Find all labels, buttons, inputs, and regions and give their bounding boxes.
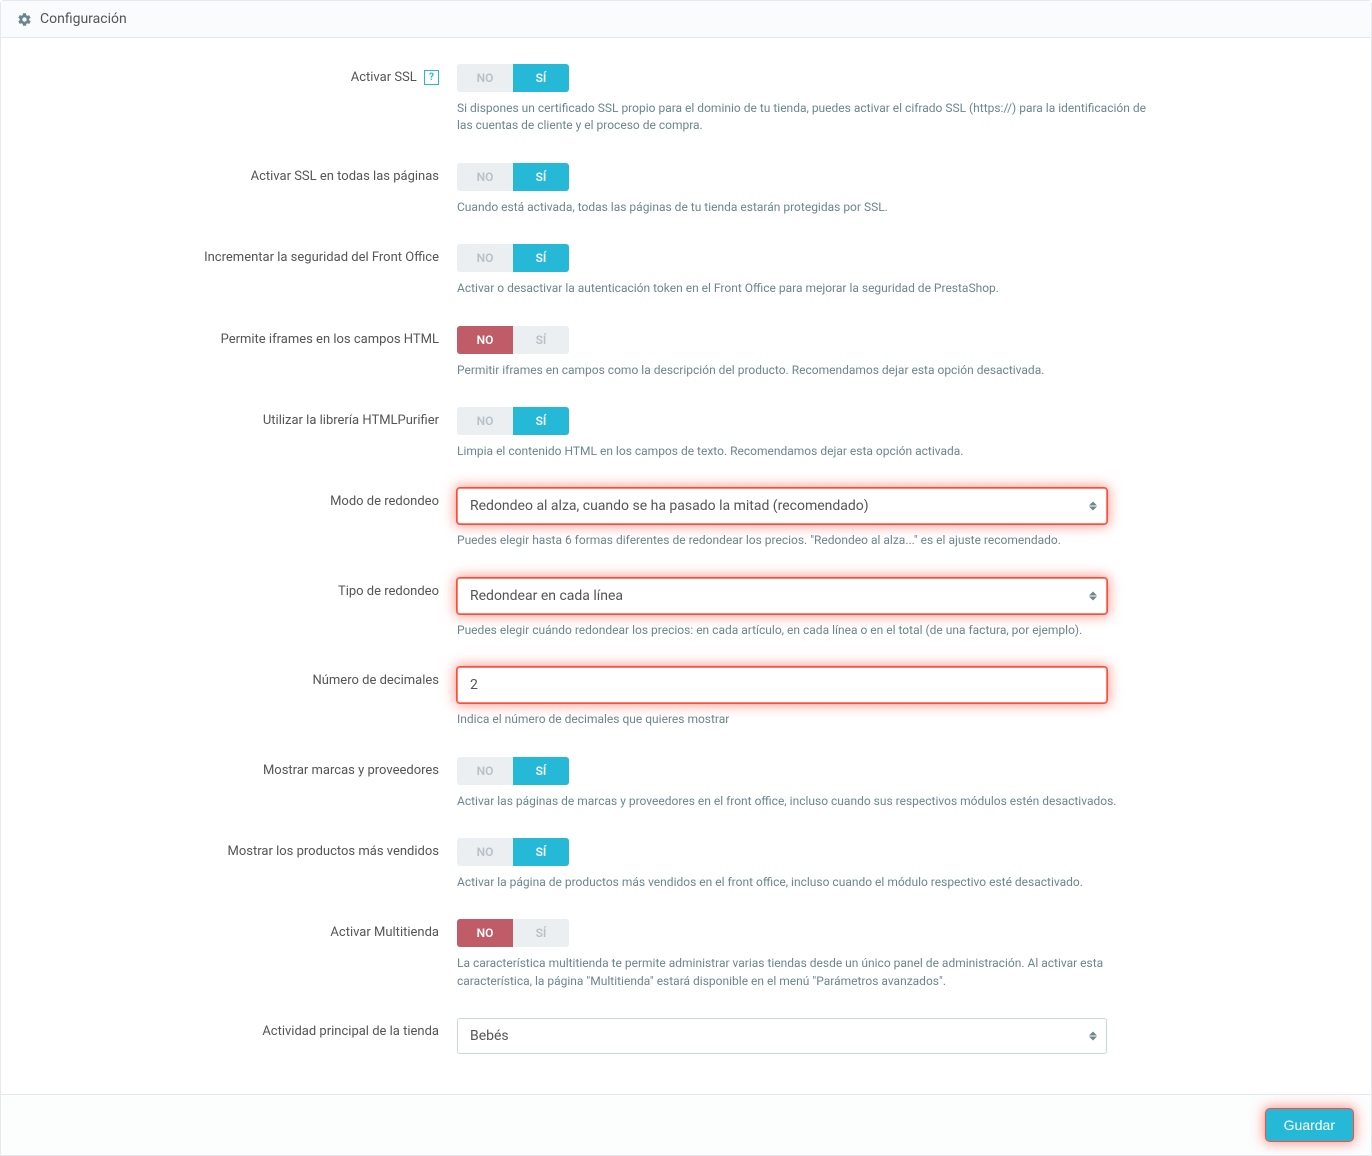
round-type-help: Puedes elegir cuándo redondear los preci… [457,622,1157,639]
toggle-no[interactable]: NO [457,757,513,785]
fo-security-help: Activar o desactivar la autenticación to… [457,280,1157,297]
gear-icon [17,12,32,27]
toggle-yes[interactable]: SÍ [513,163,569,191]
activity-select[interactable]: Bebés [457,1018,1107,1054]
decimals-help: Indica el número de decimales que quiere… [457,711,1157,728]
toggle-no[interactable]: NO [457,326,513,354]
toggle-no[interactable]: NO [457,407,513,435]
toggle-yes[interactable]: SÍ [513,244,569,272]
brands-help: Activar las páginas de marcas y proveedo… [457,793,1157,810]
decimals-label: Número de decimales [71,667,457,728]
ssl-all-help: Cuando está activada, todas las páginas … [457,199,1157,216]
round-mode-help: Puedes elegir hasta 6 formas diferentes … [457,532,1157,549]
help-icon[interactable]: ? [424,70,439,85]
ssl-all-toggle[interactable]: NO SÍ [457,163,569,191]
toggle-no[interactable]: NO [457,64,513,92]
panel-footer: Guardar [0,1095,1372,1156]
ssl-help: Si dispones un certificado SSL propio pa… [457,100,1157,135]
best-sellers-toggle[interactable]: NO SÍ [457,838,569,866]
toggle-no[interactable]: NO [457,244,513,272]
multistore-help: La característica multitienda te permite… [457,955,1157,990]
best-sellers-label: Mostrar los productos más vendidos [71,838,457,891]
ssl-label: Activar SSL ? [71,64,457,135]
ssl-all-label: Activar SSL en todas las páginas [71,163,457,216]
toggle-yes[interactable]: SÍ [513,919,569,947]
iframes-help: Permitir iframes en campos como la descr… [457,362,1157,379]
best-sellers-help: Activar la página de productos más vendi… [457,874,1157,891]
toggle-no[interactable]: NO [457,163,513,191]
decimals-input[interactable] [457,667,1107,703]
brands-toggle[interactable]: NO SÍ [457,757,569,785]
toggle-yes[interactable]: SÍ [513,838,569,866]
round-type-select[interactable]: Redondear en cada línea [457,578,1107,614]
round-mode-label: Modo de redondeo [71,488,457,549]
multistore-toggle[interactable]: NO SÍ [457,919,569,947]
purifier-label: Utilizar la librería HTMLPurifier [71,407,457,460]
round-mode-select[interactable]: Redondeo al alza, cuando se ha pasado la… [457,488,1107,524]
brands-label: Mostrar marcas y proveedores [71,757,457,810]
toggle-yes[interactable]: SÍ [513,64,569,92]
toggle-yes[interactable]: SÍ [513,326,569,354]
toggle-yes[interactable]: SÍ [513,757,569,785]
purifier-help: Limpia el contenido HTML en los campos d… [457,443,1157,460]
ssl-toggle[interactable]: NO SÍ [457,64,569,92]
toggle-no[interactable]: NO [457,919,513,947]
activity-label: Actividad principal de la tienda [71,1018,457,1054]
fo-security-label: Incrementar la seguridad del Front Offic… [71,244,457,297]
toggle-no[interactable]: NO [457,838,513,866]
iframes-label: Permite iframes en los campos HTML [71,326,457,379]
fo-security-toggle[interactable]: NO SÍ [457,244,569,272]
save-button[interactable]: Guardar [1266,1109,1353,1141]
panel-title: Configuración [40,11,127,27]
iframes-toggle[interactable]: NO SÍ [457,326,569,354]
toggle-yes[interactable]: SÍ [513,407,569,435]
multistore-label: Activar Multitienda [71,919,457,990]
panel-heading: Configuración [1,1,1371,38]
purifier-toggle[interactable]: NO SÍ [457,407,569,435]
round-type-label: Tipo de redondeo [71,578,457,639]
